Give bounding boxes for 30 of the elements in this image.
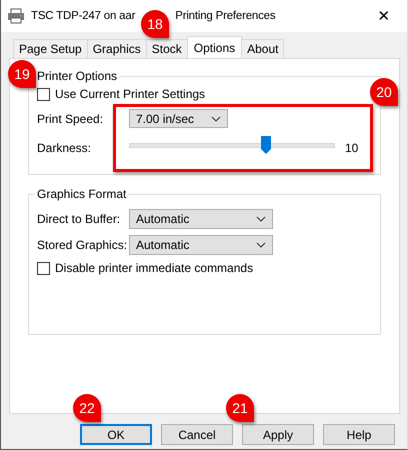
checkbox-label: Use Current Printer Settings — [55, 87, 206, 101]
printer-icon — [7, 8, 25, 24]
dialog-button[interactable]: OK — [80, 424, 152, 445]
checkbox-label: Disable printer immediate commands — [55, 261, 254, 275]
window-title: TSC TDP-247 on aar — [31, 10, 136, 22]
dialog-button[interactable]: Help — [323, 424, 395, 445]
tab[interactable]: Options — [186, 36, 242, 58]
field-label: Stored Graphics: — [37, 238, 128, 252]
slider-value: 10 — [345, 141, 358, 155]
checkbox[interactable] — [37, 262, 50, 274]
group-title: Graphics Format — [36, 187, 128, 201]
caret-icon — [211, 116, 221, 122]
window-title: Printing Preferences — [175, 10, 276, 22]
dialog-button[interactable]: Cancel — [161, 424, 233, 445]
dropdown[interactable]: Automatic — [129, 209, 273, 229]
close-button[interactable]: ✕ — [361, 0, 407, 32]
dropdown[interactable]: Automatic — [129, 235, 273, 255]
tab[interactable]: Page Setup — [13, 39, 88, 58]
field-label: Print Speed: — [37, 112, 104, 126]
slider-thumb[interactable] — [261, 136, 272, 154]
tab[interactable]: About — [241, 39, 284, 58]
field-label: Direct to Buffer: — [37, 212, 122, 226]
caret-icon — [256, 216, 266, 222]
caret-icon — [256, 242, 266, 248]
field-label: Darkness: — [37, 141, 92, 155]
group-title: Printer Options — [36, 69, 118, 83]
tab[interactable]: Graphics — [86, 39, 147, 58]
speed-dropdown[interactable]: 7.00 in/sec — [129, 109, 228, 128]
checkbox[interactable] — [37, 88, 50, 100]
dialog-button[interactable]: Apply — [242, 424, 314, 445]
